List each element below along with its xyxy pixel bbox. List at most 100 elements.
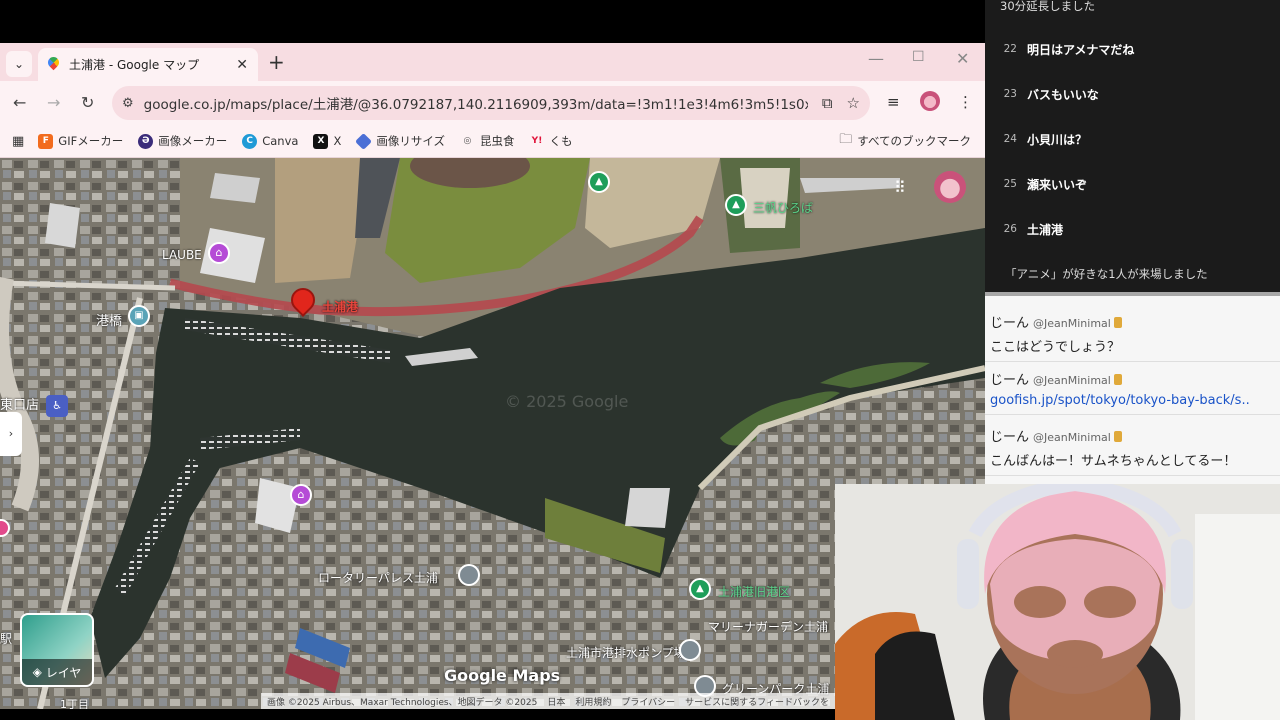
tab-google-maps[interactable]: 土浦港 - Google マップ ✕ [38, 48, 258, 81]
bookmark-x[interactable]: XX [313, 133, 341, 149]
folder-icon: 🗀 [839, 132, 853, 147]
bookmark-gif-maker[interactable]: F GIFメーカー [38, 133, 123, 149]
toolbar: ← → ↻ ⚙ google.co.jp/maps/place/土浦港/@36.… [0, 81, 985, 125]
layers-button[interactable]: ◈ レイヤ [20, 613, 94, 687]
tab-close-icon[interactable]: ✕ [236, 57, 248, 73]
comment-link[interactable]: goofish.jp/spot/tokyo/tokyo-bay-back/s.. [990, 393, 1275, 408]
new-tab-icon[interactable]: + [268, 50, 285, 74]
pin-label[interactable]: 土浦港 [322, 298, 358, 315]
install-app-icon[interactable]: ⧉ [822, 94, 833, 112]
menu-icon[interactable]: ⋮ [958, 93, 973, 111]
footer-link-japan[interactable]: 日本 [547, 695, 565, 708]
minatohashi-label[interactable]: 港橋 [96, 310, 122, 329]
minimize-icon[interactable]: — [868, 49, 884, 68]
attribution-text: 画像 ©2025 Airbus、Maxar Technologies、地図データ… [266, 697, 538, 708]
bookmark-canva[interactable]: C Canva [242, 133, 298, 149]
comment-author: じーん [990, 430, 1030, 445]
eki-label[interactable]: 駅 [0, 630, 12, 647]
member-badge-icon [1113, 431, 1122, 442]
comment-author: じーん [990, 373, 1030, 388]
comment-handle: @JeanMinimal [1033, 374, 1111, 387]
site-info-icon[interactable]: ⚙ [122, 96, 134, 111]
media-control-icon[interactable]: ≡ [887, 93, 900, 111]
bookmark-image-resize[interactable]: 画像リサイズ [355, 132, 445, 150]
comment-item: じーん @JeanMinimal こんばんはー！サムネちゃんとしてるー！ [985, 420, 1280, 476]
comment-handle: @JeanMinimal [1033, 317, 1111, 330]
comment-panel: じーん @JeanMinimal ここはどうでしょう？ じーん @JeanMinim… [985, 292, 1280, 484]
comment-text: ここはどうでしょう？ [990, 340, 1121, 355]
tab-title: 土浦港 - Google マップ [69, 58, 200, 72]
member-badge-icon [1113, 317, 1122, 328]
account-avatar[interactable] [934, 171, 966, 203]
window-close-icon[interactable]: ✕ [956, 49, 969, 68]
chome-label[interactable]: 1丁目 [60, 696, 89, 709]
old-port-label[interactable]: 土浦港旧港区 [718, 583, 790, 600]
sanpan-label[interactable]: 三帆ひろば [753, 199, 813, 216]
park-marker-icon[interactable]: ▲ [588, 171, 610, 193]
layers-label: レイヤ [45, 665, 82, 680]
bookmark-star-icon[interactable]: ☆ [847, 94, 860, 112]
expand-panel-button[interactable]: › [0, 412, 22, 456]
accessible-marker-icon[interactable]: ♿ [46, 395, 68, 417]
footer-link-terms[interactable]: 利用規約 [575, 695, 611, 708]
system-message: 30分延長しました [1000, 0, 1096, 13]
comment-handle: @JeanMinimal [1033, 431, 1111, 444]
list-item: 26 土浦港 [1003, 222, 1064, 237]
all-bookmarks[interactable]: 🗀 すべてのブックマーク [839, 130, 971, 152]
footer-link-privacy[interactable]: プライバシー [621, 695, 675, 708]
pump-label[interactable]: 土浦市港排水ポンプ場 [566, 644, 686, 661]
tab-search-button[interactable]: ⌄ [6, 51, 32, 77]
reload-icon[interactable]: ↻ [81, 93, 94, 112]
list-item: 24 小貝川は？ [1003, 132, 1088, 147]
comment-text: こんばんはー！サムネちゃんとしてるー！ [990, 454, 1237, 469]
shopping-marker-icon[interactable]: ⌂ [290, 484, 312, 506]
park-marker-icon[interactable]: ▲ [689, 578, 711, 600]
list-item: 22 明日はアメナマだね [1003, 42, 1135, 57]
back-icon[interactable]: ← [13, 93, 26, 112]
webcam-feed [835, 484, 1280, 720]
maps-favicon-icon [48, 57, 59, 72]
bookmarks-bar: ▦ F GIFメーカー Ə 画像メーカー C Canva XX 画像リサイズ ◎ 昆虫食… [0, 125, 985, 158]
forward-icon[interactable]: → [47, 93, 60, 112]
google-maps-logo: Google Maps [444, 666, 561, 685]
bus-marker-icon[interactable]: ▣ [128, 305, 150, 327]
layers-icon: ◈ [32, 665, 42, 679]
footer-link-feedback[interactable]: サービスに関するフィードバックを [685, 695, 829, 708]
apps-icon[interactable]: ▦ [12, 134, 24, 149]
maximize-icon[interactable]: ☐ [912, 49, 925, 65]
list-item: 23 バスもいいな [1003, 87, 1099, 102]
rotary-label[interactable]: ロータリーパレス土浦 [318, 569, 438, 586]
bookmark-kumo[interactable]: Y! くも [529, 133, 573, 149]
apps-grid-icon[interactable]: ⠿ [894, 178, 906, 197]
profile-avatar[interactable] [920, 91, 940, 111]
map-footer: 画像 ©2025 Airbus、Maxar Technologies、地図データ… [260, 693, 835, 709]
resize-icon [355, 132, 373, 150]
map-watermark: © 2025 Google [505, 392, 629, 411]
bookmark-insect-food[interactable]: ◎ 昆虫食 [460, 133, 515, 149]
webcam-overlay [835, 484, 1280, 720]
tab-bar: ⌄ 土浦港 - Google マップ ✕ + — ☐ ✕ [0, 43, 985, 81]
bookmark-image-maker[interactable]: Ə 画像メーカー [138, 133, 227, 149]
comment-author: じーん [990, 316, 1030, 331]
laube-label[interactable]: LAUBE [162, 248, 202, 262]
insect-icon: ◎ [463, 135, 472, 146]
higashiguchi-label[interactable]: 東口店 [0, 394, 39, 413]
gif-icon: F [38, 133, 54, 149]
shopping-marker-icon[interactable]: ⌂ [208, 242, 230, 264]
image-maker-icon: Ə [138, 133, 154, 149]
comment-item: じーん @JeanMinimal ここはどうでしょう？ [985, 306, 1280, 362]
comment-item: じーん @JeanMinimal goofish.jp/spot/tokyo/to… [985, 363, 1280, 415]
place-marker-icon[interactable] [458, 564, 480, 586]
request-list-panel: 30分延長しました 22 明日はアメナマだね 23 バスもいいな 24 小貝川は？ 2… [985, 0, 1280, 292]
member-badge-icon [1113, 374, 1122, 385]
park-marker-icon[interactable]: ▲ [725, 194, 747, 216]
x-icon: X [313, 133, 329, 149]
system-message: 「アニメ」が好きな1人が来場しました [1005, 267, 1208, 281]
list-item: 25 瀬来いいぞ [1003, 177, 1088, 192]
url-text[interactable]: google.co.jp/maps/place/土浦港/@36.0792187,… [144, 93, 808, 113]
yahoo-icon: Y! [531, 135, 543, 146]
marina-label[interactable]: マリーナガーデン土浦 [708, 618, 828, 635]
address-bar[interactable]: ⚙ google.co.jp/maps/place/土浦港/@36.079218… [112, 86, 870, 120]
place-marker-icon[interactable] [679, 639, 701, 661]
canva-icon: C [242, 133, 258, 149]
